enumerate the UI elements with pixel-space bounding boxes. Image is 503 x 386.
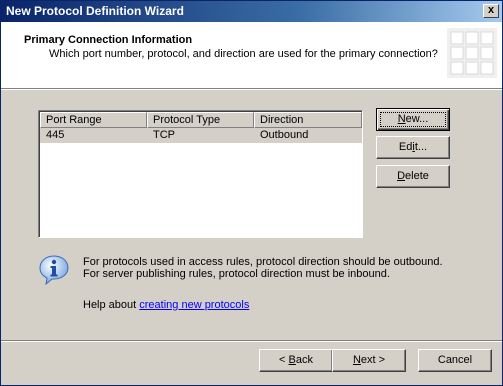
page-title: Primary Connection Information (24, 34, 193, 46)
delete-label-after: elete (405, 170, 429, 182)
table-row[interactable]: 445 TCP Outbound (40, 128, 362, 143)
header-divider (1, 89, 502, 90)
back-label-after: ack (295, 354, 313, 366)
column-header-protocol-type[interactable]: Protocol Type (147, 112, 254, 128)
info-text-line2: For server publishing rules, protocol di… (83, 268, 390, 280)
cell-direction: Outbound (260, 129, 309, 141)
help-link[interactable]: creating new protocols (139, 299, 249, 311)
page-subtitle: Which port number, protocol, and directi… (49, 48, 438, 60)
next-label-mnemonic: N (352, 354, 361, 366)
wizard-window: New Protocol Definition Wizard x Primary… (0, 0, 503, 386)
close-button[interactable]: x (483, 4, 499, 18)
edit-label-after: t... (414, 141, 428, 153)
back-label-prefix: < (279, 354, 289, 366)
list-header: Port Range Protocol Type Direction (40, 112, 362, 128)
info-icon (39, 255, 69, 286)
delete-label-mnemonic: D (397, 170, 406, 182)
next-label-after: ext > (360, 354, 386, 366)
column-header-port-range[interactable]: Port Range (40, 112, 147, 128)
protocol-list[interactable]: Port Range Protocol Type Direction 445 T… (38, 110, 363, 238)
wizard-header: Primary Connection Information Which por… (1, 22, 502, 89)
back-button[interactable]: < Back (259, 349, 333, 372)
info-text-line1: For protocols used in access rules, prot… (83, 256, 443, 268)
cancel-button[interactable]: Cancel (418, 349, 492, 372)
help-text: Help about creating new protocols (83, 299, 249, 311)
new-button[interactable]: New... (376, 108, 450, 131)
back-label-mnemonic: B (288, 354, 296, 366)
cell-protocol-type: TCP (153, 129, 175, 141)
edit-label-before: Ed (398, 141, 413, 153)
wizard-graphic-icon (447, 28, 497, 78)
cell-port-range: 445 (46, 129, 65, 141)
column-header-direction[interactable]: Direction (254, 112, 362, 128)
help-prefix: Help about (83, 299, 140, 311)
focus-rect (380, 112, 446, 127)
window-title: New Protocol Definition Wizard (6, 4, 184, 18)
edit-button[interactable]: Edit... (376, 136, 450, 159)
footer-divider (1, 340, 502, 342)
delete-button[interactable]: Delete (376, 165, 450, 188)
title-bar[interactable]: New Protocol Definition Wizard x (1, 1, 502, 22)
next-button[interactable]: Next > (332, 349, 406, 372)
